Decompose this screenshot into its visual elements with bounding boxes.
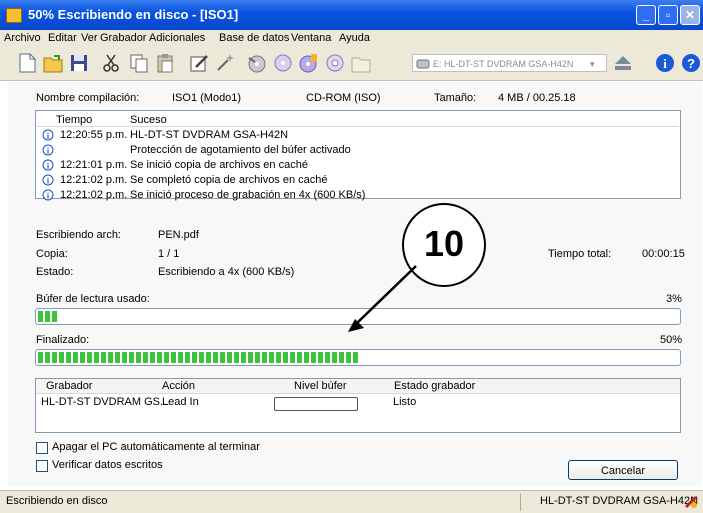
drive-select[interactable]: E: HL-DT-ST DVDRAM GSA-H42N	[412, 54, 607, 72]
drive-select-value: E: HL-DT-ST DVDRAM GSA-H42N	[433, 59, 574, 69]
finished-label: Finalizado:	[36, 334, 90, 346]
status-bar-text: Escribiendo en disco	[6, 495, 108, 507]
log-row-event: Se inició proceso de grabación en 4x (60…	[130, 189, 366, 201]
disc-info-icon[interactable]	[298, 52, 320, 74]
wizard-icon[interactable]	[214, 52, 236, 74]
status-bar: Escribiendo en disco HL-DT-ST DVDRAM GSA…	[0, 490, 703, 513]
read-buffer-fill	[38, 311, 57, 322]
menu-adicionales[interactable]: Adicionales	[149, 32, 205, 44]
recorder-status: Listo	[393, 396, 417, 408]
compilation-type-value: CD-ROM (ISO)	[306, 92, 381, 104]
recorder-table[interactable]: Grabador Acción Nivel búfer Estado graba…	[35, 378, 681, 433]
menu-ventana[interactable]: Ventana	[291, 32, 331, 44]
compilation-name-label: Nombre compilación:	[36, 92, 140, 104]
info-icon: i	[42, 129, 54, 141]
erase-disc-icon[interactable]	[324, 52, 346, 74]
recorder-header-status[interactable]: Estado grabador	[394, 380, 475, 392]
menu-grabador[interactable]: Grabador	[100, 32, 146, 44]
log-row-time: 12:21:02 p.m.	[60, 174, 128, 186]
log-row-event: Protección de agotamiento del búfer acti…	[130, 144, 351, 156]
menu-ayuda[interactable]: Ayuda	[339, 32, 370, 44]
shutdown-label: Apagar el PC automáticamente al terminar	[52, 441, 260, 453]
shutdown-checkbox[interactable]	[36, 442, 48, 454]
window-title: 50% Escribiendo en disco - [ISO1]	[28, 7, 239, 22]
compilation-name-value: ISO1 (Modo1)	[172, 92, 242, 104]
properties-icon[interactable]	[188, 52, 210, 74]
log-row-time: 12:21:01 p.m.	[60, 159, 128, 171]
status-bar-drive: HL-DT-ST DVDRAM GSA-H42N	[540, 495, 699, 507]
recorder-header-action[interactable]: Acción	[162, 380, 195, 392]
total-time-value: 00:00:15	[642, 248, 685, 260]
minimize-button[interactable]: _	[636, 5, 656, 25]
info-icon: i	[42, 159, 54, 171]
copy-disc-icon[interactable]	[272, 52, 294, 74]
callout-arrow-icon	[348, 265, 417, 332]
status-value: Escribiendo a 4x (600 KB/s)	[158, 266, 295, 278]
size-value: 4 MB / 00.25.18	[498, 92, 576, 104]
finished-bar	[35, 349, 681, 366]
toolbar: E: HL-DT-ST DVDRAM GSA-H42N ▾ i ?	[0, 46, 703, 81]
chevron-down-icon[interactable]: ▾	[590, 59, 595, 70]
writing-file-label: Escribiendo arch:	[36, 229, 121, 241]
copy-value: 1 / 1	[158, 248, 180, 260]
recorder-action: Lead In	[162, 396, 199, 408]
size-label: Tamaño:	[434, 92, 477, 104]
verify-label: Verificar datos escritos	[52, 459, 163, 471]
log-header-event[interactable]: Suceso	[130, 114, 167, 126]
svg-text:?: ?	[687, 56, 695, 71]
recorder-header-recorder[interactable]: Grabador	[46, 380, 92, 392]
svg-text:i: i	[663, 56, 667, 71]
burn-status-icon	[684, 495, 698, 509]
copy-icon[interactable]	[128, 52, 150, 74]
status-label: Estado:	[36, 266, 74, 278]
writing-file-value: PEN.pdf	[158, 229, 199, 241]
recorder-header-buffer[interactable]: Nivel búfer	[294, 380, 347, 392]
title-bar: 50% Escribiendo en disco - [ISO1] _ ▫ ✕	[0, 0, 703, 31]
save-icon[interactable]	[68, 52, 90, 74]
open-folder-icon[interactable]	[42, 52, 64, 74]
close-button[interactable]: ✕	[680, 5, 700, 25]
cancel-button-label: Cancelar	[600, 465, 646, 477]
recorder-buffer-level	[274, 397, 358, 411]
menu-bar: Archivo Editar Ver Grabador Adicionales …	[0, 30, 703, 46]
log-row-event: Se inició copia de archivos en caché	[130, 159, 308, 171]
info-icon: i	[42, 174, 54, 186]
recorder-name[interactable]: HL-DT-ST DVDRAM GS...	[41, 396, 169, 408]
cut-icon[interactable]	[100, 52, 122, 74]
read-buffer-label: Búfer de lectura usado:	[36, 293, 150, 305]
info-icon: i	[42, 189, 54, 201]
info-icon[interactable]: i	[654, 52, 676, 74]
menu-archivo[interactable]: Archivo	[4, 32, 41, 44]
menu-editar[interactable]: Editar	[48, 32, 77, 44]
drive-icon	[416, 59, 430, 69]
finished-percent: 50%	[660, 334, 683, 346]
copy-label: Copia:	[36, 248, 68, 260]
verify-checkbox[interactable]	[36, 460, 48, 472]
menu-ver[interactable]: Ver	[81, 32, 98, 44]
maximize-button[interactable]: ▫	[658, 5, 678, 25]
log-row-event: HL-DT-ST DVDRAM GSA-H42N	[130, 129, 289, 141]
folder-outline-icon[interactable]	[350, 52, 372, 74]
total-time-label: Tiempo total:	[548, 248, 612, 260]
burn-icon[interactable]	[246, 52, 268, 74]
menu-base-datos[interactable]: Base de datos	[219, 32, 289, 44]
paste-icon[interactable]	[154, 52, 176, 74]
app-icon	[6, 8, 22, 23]
finished-fill	[38, 352, 358, 363]
info-icon: i	[42, 144, 54, 156]
log-row-time: 12:20:55 p.m.	[60, 129, 128, 141]
event-log[interactable]: Tiempo Suceso i 12:20:55 p.m. HL-DT-ST DVD…	[35, 110, 681, 201]
log-row-time: 12:21:02 p.m.	[60, 189, 128, 201]
cancel-button[interactable]: Cancelar	[568, 460, 678, 480]
help-icon[interactable]: ?	[680, 52, 702, 74]
log-header-time[interactable]: Tiempo	[56, 114, 92, 126]
log-row-event: Se completó copia de archivos en caché	[130, 174, 328, 186]
new-document-icon[interactable]	[16, 52, 38, 74]
eject-icon[interactable]	[612, 52, 634, 74]
read-buffer-percent: 3%	[666, 293, 682, 305]
